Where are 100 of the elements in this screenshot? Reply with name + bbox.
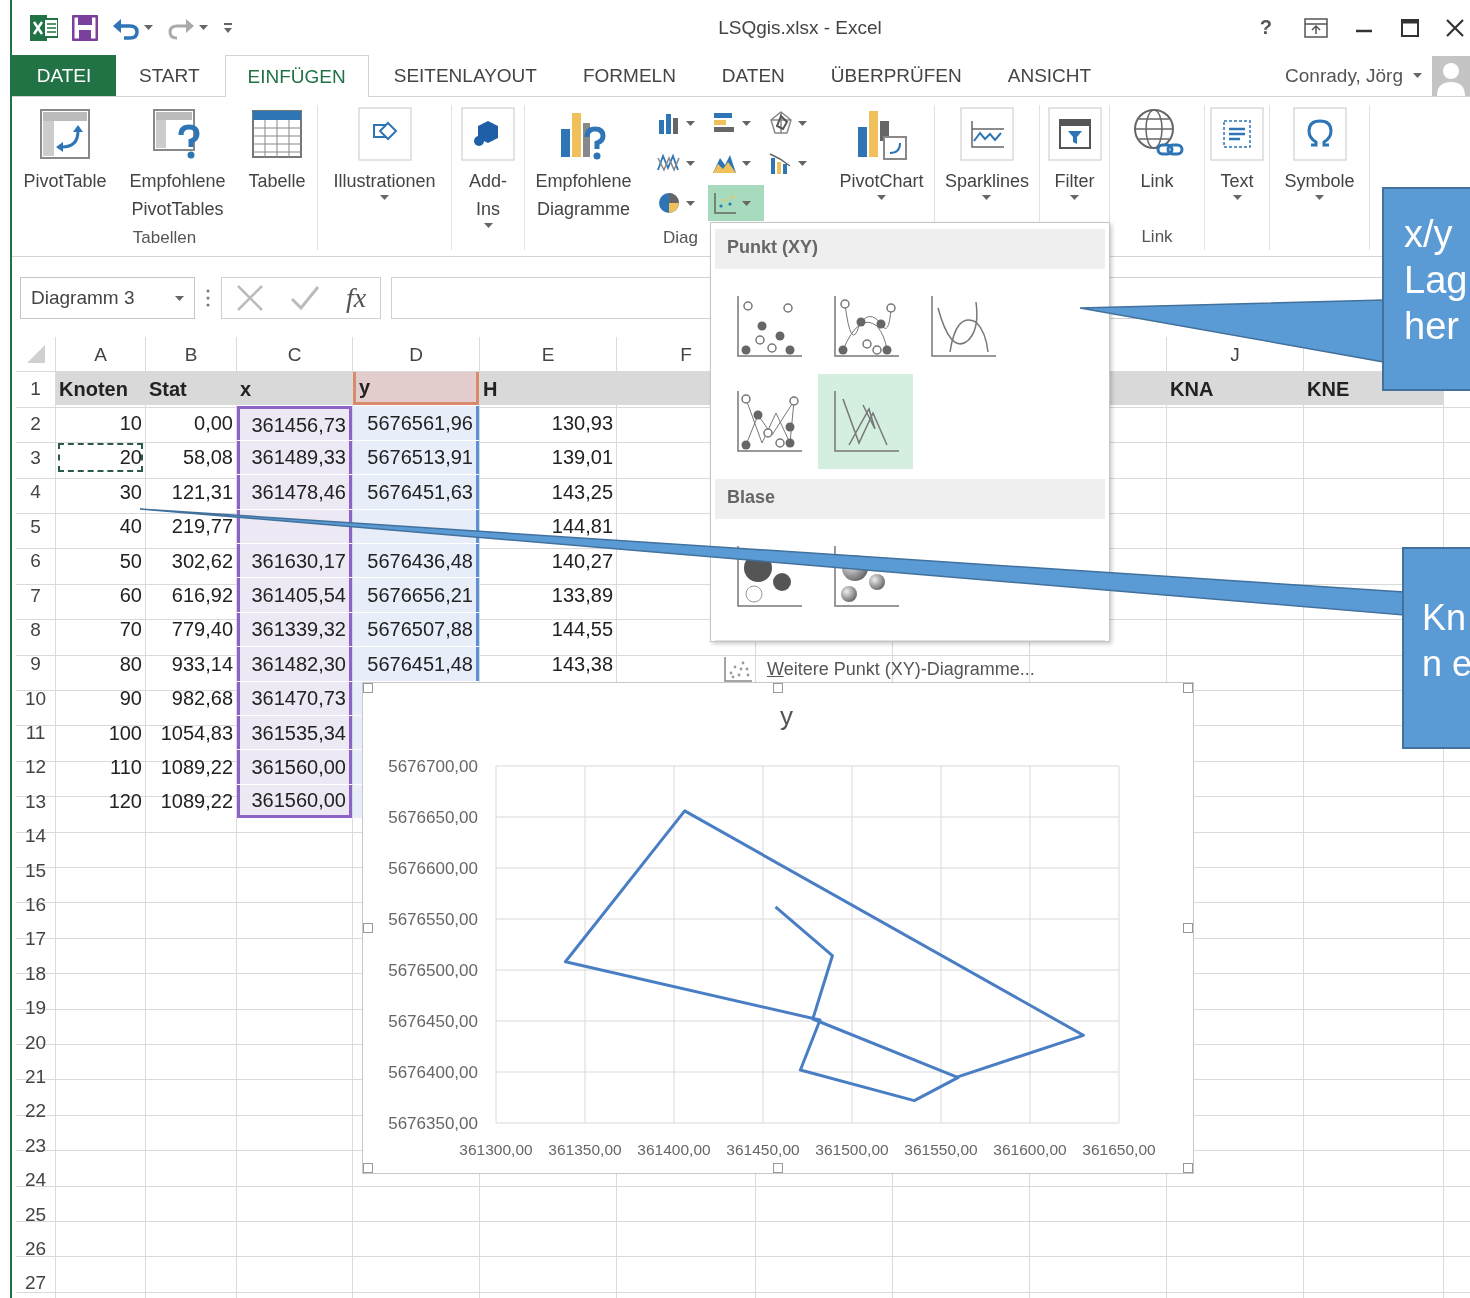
row-header[interactable]: 26 <box>16 1231 55 1266</box>
ribbon-button[interactable]: Illustrationen <box>330 105 439 202</box>
resize-handle[interactable] <box>1183 1163 1193 1173</box>
more-options-icon[interactable] <box>205 288 211 308</box>
table-cell: 361478,46 <box>237 475 352 509</box>
resize-handle[interactable] <box>1183 683 1193 693</box>
row-header[interactable]: 17 <box>16 922 55 956</box>
row-header[interactable]: 2 <box>16 406 55 440</box>
row-header[interactable]: 15 <box>16 853 55 887</box>
maximize-icon[interactable] <box>1400 17 1420 38</box>
row-header[interactable]: 1 <box>16 372 55 406</box>
section-title: Punkt (XY) <box>727 237 818 257</box>
ribbon-button[interactable]: Text <box>1207 105 1267 202</box>
table-cell-text: 140,27 <box>550 548 614 574</box>
user-name[interactable]: Conrady, Jörg <box>1285 64 1403 87</box>
ribbon-tab[interactable]: FORMELN <box>561 55 697 96</box>
table-cell: 361535,34 <box>237 715 352 750</box>
caret-icon <box>982 195 992 200</box>
axis-label: 5676450,00 <box>388 1012 478 1031</box>
insert-function-button[interactable]: fx <box>346 282 367 314</box>
filter-icon <box>1047 107 1102 161</box>
column-header[interactable]: E <box>480 337 616 371</box>
ribbon-button[interactable]: PivotTable <box>20 105 110 197</box>
radar-chart-icon <box>767 110 794 136</box>
row-header[interactable]: 11 <box>16 715 55 750</box>
row-header[interactable]: 14 <box>16 819 55 853</box>
ribbon-tab[interactable]: EINFÜGEN <box>224 55 369 97</box>
excel-icon[interactable] <box>30 14 58 41</box>
caret-icon <box>175 295 184 301</box>
resize-handle[interactable] <box>363 923 373 933</box>
table-cell: 5676656,21 <box>353 578 479 612</box>
ribbon-button[interactable]: Tabelle <box>245 105 309 197</box>
ribbon-display-icon[interactable] <box>1304 17 1328 38</box>
more-charts-item[interactable]: Weitere Punkt (XY)-Diagramme... <box>715 640 1105 697</box>
chart-area[interactable]: y 5676350,00 5676400,00 5676450,00 5676500,00 5676550,00 5676600,00 5676650,00 5676700,00 361300,00 361350,00 361400,00 361450,00 361500,00 361550,00 361600,00 361650,00 <box>362 682 1194 1174</box>
row-header[interactable]: 7 <box>16 578 55 612</box>
close-icon[interactable] <box>1446 17 1464 38</box>
resize-handle[interactable] <box>1183 923 1193 933</box>
row-header[interactable]: 19 <box>16 991 55 1025</box>
chart-type-button[interactable] <box>707 185 764 221</box>
caret-icon <box>876 195 886 200</box>
row-header[interactable]: 9 <box>16 647 55 681</box>
ribbon-button[interactable]: Add- Ins <box>458 105 518 230</box>
row-header[interactable]: 5 <box>16 509 55 543</box>
row-header[interactable]: 22 <box>16 1094 55 1128</box>
column-header[interactable]: B <box>146 337 236 371</box>
ribbon-button[interactable]: Sparklines <box>941 105 1032 202</box>
row-header[interactable]: 25 <box>16 1197 55 1231</box>
row-header[interactable]: 20 <box>16 1025 55 1059</box>
check-icon[interactable] <box>290 285 320 311</box>
row-header[interactable]: 8 <box>16 612 55 647</box>
row-header[interactable]: 12 <box>16 750 55 784</box>
save-icon[interactable] <box>72 14 98 41</box>
row-header[interactable]: 3 <box>16 440 55 475</box>
ribbon-tab[interactable]: ÜBERPRÜFEN <box>809 55 983 96</box>
row-header[interactable]: 16 <box>16 887 55 922</box>
quick-access-menu-icon[interactable] <box>222 21 234 34</box>
row-header[interactable]: 24 <box>16 1163 55 1197</box>
section-title: Blase <box>727 487 776 507</box>
row-header[interactable]: 13 <box>16 784 55 819</box>
ribbon-tab[interactable]: DATEN <box>700 55 806 96</box>
column-header[interactable]: D <box>353 337 479 371</box>
row-header[interactable]: 10 <box>16 681 55 715</box>
table-cell-text: 143,25 <box>550 479 614 505</box>
axis-label: 361500,00 <box>815 1141 889 1158</box>
resize-handle[interactable] <box>773 683 783 693</box>
ribbon-tab[interactable]: ANSICHT <box>986 55 1113 96</box>
ribbon-button[interactable]: Symbole <box>1281 105 1358 202</box>
ribbon-button[interactable]: Filter <box>1044 105 1105 202</box>
table-cell: 5676561,96 <box>353 406 479 440</box>
ribbon-button[interactable]: Empfohlene PivotTables <box>126 105 229 225</box>
table-cell-text: 779,40 <box>170 617 234 643</box>
axis-label: 5676650,00 <box>388 808 478 827</box>
axis-label: 361650,00 <box>1082 1141 1156 1158</box>
ribbon-button[interactable]: Empfohlene Diagramme <box>532 105 635 225</box>
help-button[interactable]: ? <box>1253 15 1278 40</box>
ribbon-tab[interactable]: START <box>118 55 221 96</box>
column-header[interactable]: A <box>56 337 145 371</box>
column-header[interactable]: C <box>237 337 352 371</box>
resize-handle[interactable] <box>363 683 373 693</box>
table-cell-text: 100 <box>107 720 143 746</box>
sparkline-icon <box>960 107 1014 161</box>
ribbon-button[interactable]: Link <box>1127 105 1187 197</box>
resize-handle[interactable] <box>773 1163 783 1173</box>
row-header[interactable]: 21 <box>16 1059 55 1094</box>
row-header[interactable]: 4 <box>16 475 55 509</box>
row-header[interactable]: 18 <box>16 956 55 991</box>
axis-label: 361400,00 <box>637 1141 711 1158</box>
name-box[interactable]: Diagramm 3 <box>20 277 195 319</box>
table-cell-text: 0,00 <box>193 411 234 437</box>
row-header[interactable]: 23 <box>16 1128 55 1162</box>
caret-icon <box>741 160 751 166</box>
row-header[interactable]: 27 <box>16 1266 55 1298</box>
header-cell: Stat <box>146 372 236 406</box>
column-header[interactable]: J <box>1167 337 1303 371</box>
file-tab[interactable]: DATEI <box>12 55 116 96</box>
resize-handle[interactable] <box>363 1163 373 1173</box>
row-header[interactable]: 6 <box>16 543 55 578</box>
ribbon-tab[interactable]: SEITENLAYOUT <box>372 55 558 96</box>
ribbon-button[interactable]: PivotChart <box>836 105 927 202</box>
